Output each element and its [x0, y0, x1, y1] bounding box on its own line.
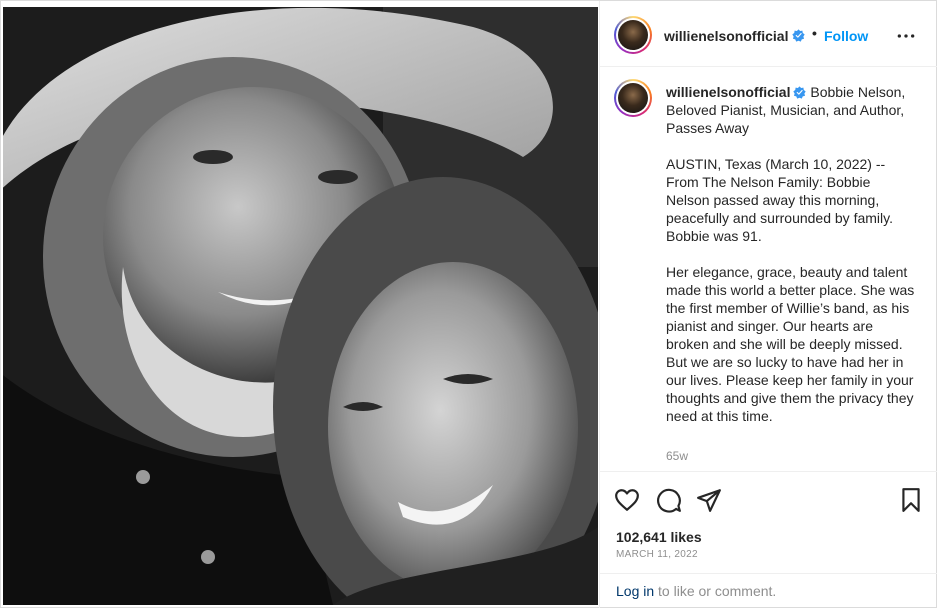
header-separator: • — [812, 25, 817, 41]
action-bar — [600, 473, 937, 523]
caption-text: willienelsonofficial Bobbie Nelson, Belo… — [666, 83, 916, 425]
photo-illustration — [3, 7, 598, 605]
follow-button[interactable]: Follow — [824, 28, 868, 44]
post-date[interactable]: MARCH 11, 2022 — [616, 549, 698, 560]
login-prompt: Log in to like or comment. — [616, 583, 776, 599]
verified-badge-icon — [792, 29, 805, 42]
caption-paragraph-2: Her elegance, grace, beauty and talent m… — [666, 264, 915, 424]
more-horizontal-icon[interactable] — [896, 29, 916, 43]
login-link[interactable]: Log in — [616, 583, 654, 599]
share-icon[interactable] — [696, 487, 722, 513]
caption-paragraph-1: AUSTIN, Texas (March 10, 2022) -- From T… — [666, 156, 893, 244]
caption-area: willienelsonofficial Bobbie Nelson, Belo… — [600, 68, 937, 472]
caption-avatar[interactable] — [614, 79, 652, 117]
login-bar: Log in to like or comment. — [600, 573, 937, 608]
caption-username[interactable]: willienelsonofficial — [666, 84, 790, 100]
caption-verified-badge-icon — [793, 86, 807, 99]
heart-icon[interactable] — [614, 487, 640, 513]
post-photo[interactable] — [3, 7, 598, 605]
post-side-panel: willienelsonofficial • Follow willienels… — [599, 1, 937, 608]
avatar[interactable] — [614, 16, 652, 54]
bookmark-icon[interactable] — [898, 487, 924, 513]
comment-icon[interactable] — [656, 487, 682, 513]
instagram-post: willienelsonofficial • Follow willienels… — [0, 0, 937, 608]
header-username[interactable]: willienelsonofficial — [664, 28, 788, 44]
post-header: willienelsonofficial • Follow — [600, 1, 937, 67]
likes-count[interactable]: 102,641 likes — [616, 529, 702, 545]
post-age[interactable]: 65w — [666, 449, 688, 463]
login-rest-text: to like or comment. — [654, 583, 777, 599]
